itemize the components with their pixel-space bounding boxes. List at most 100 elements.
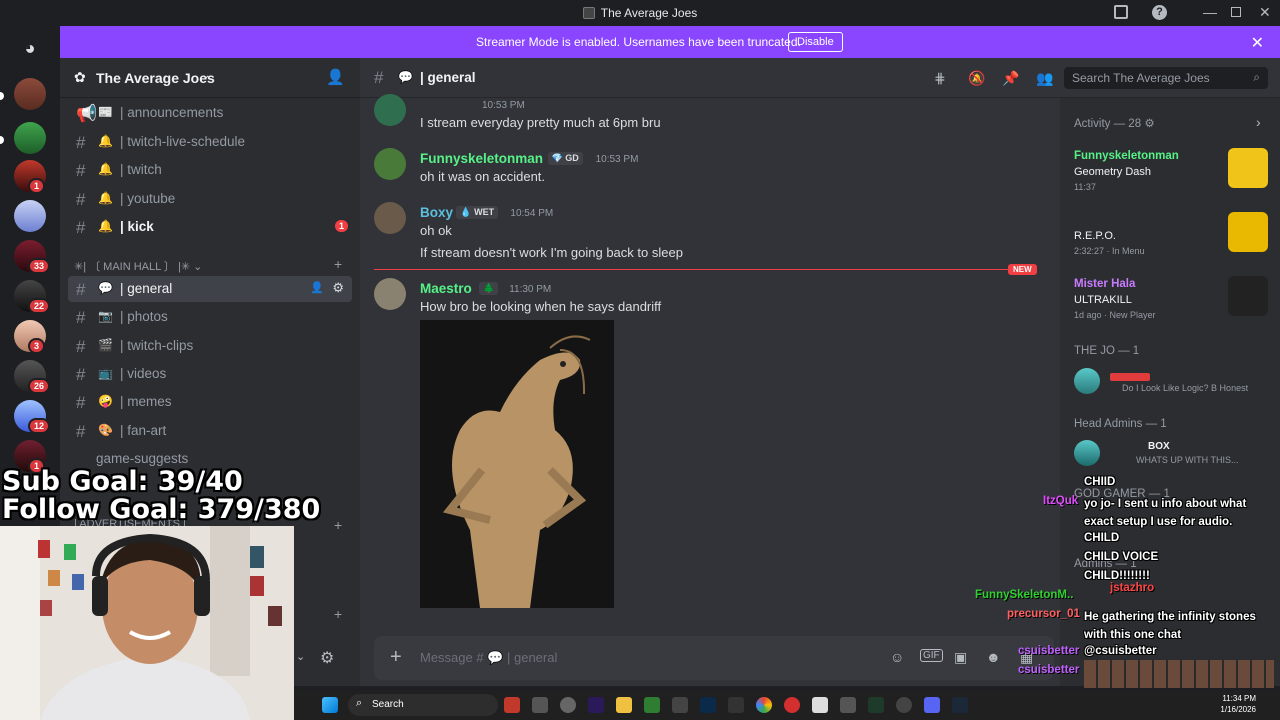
member-list-icon[interactable]: 👥 — [1036, 70, 1053, 87]
speech-bubble-icon: 💬 — [398, 70, 413, 84]
channel-item[interactable]: # 🔔 | youtube — [68, 186, 352, 212]
discord-taskbar-icon[interactable] — [924, 697, 940, 713]
chevron-down-icon[interactable]: ⌄ — [296, 650, 305, 663]
channel-item[interactable]: # 🔔 | twitch-live-schedule — [68, 129, 352, 155]
message-author[interactable]: Maestro — [420, 281, 472, 296]
role-tag[interactable]: 💎 GD — [547, 152, 583, 165]
hash-icon: # — [374, 68, 384, 87]
channel-label: | photos — [120, 309, 168, 325]
channel-label: | general — [120, 281, 173, 296]
user-settings-icon[interactable]: ⚙ — [320, 648, 334, 668]
discord-home-icon[interactable]: ◕ — [14, 34, 46, 62]
close-window-button[interactable]: ✕ — [1259, 4, 1271, 21]
channel-item[interactable]: # 🔔 | kick 1 — [68, 214, 352, 240]
channel-title: | general — [420, 70, 476, 85]
role-tag[interactable]: 💧 WET — [456, 206, 499, 219]
message-content: oh ok — [420, 223, 452, 238]
opera-icon[interactable] — [784, 697, 800, 713]
threads-icon[interactable]: ⋕ — [934, 70, 946, 87]
server-header[interactable]: ✿ The Average Joes ⌄ 👤 — [60, 58, 360, 98]
avatar[interactable] — [374, 94, 406, 126]
disable-streamer-mode-button[interactable]: Disable — [788, 32, 843, 52]
minimize-button[interactable]: — — [1203, 4, 1217, 20]
app-icon[interactable] — [672, 697, 688, 713]
avatar[interactable] — [374, 202, 406, 234]
maximize-button[interactable] — [1231, 7, 1241, 17]
windows-start-icon[interactable] — [322, 697, 338, 713]
create-channel-icon[interactable]: + — [334, 606, 342, 622]
channel-settings-icon[interactable]: ⚙ — [332, 280, 344, 296]
search-input[interactable]: Search The Average Joes ⌕ — [1064, 67, 1268, 89]
avatar[interactable] — [1074, 440, 1100, 466]
app-icon[interactable] — [532, 697, 548, 713]
member-name-redacted[interactable] — [1110, 373, 1150, 381]
message-author[interactable] — [420, 97, 476, 105]
image-attachment[interactable] — [420, 320, 614, 608]
channel-item[interactable]: # 💬 | general 👤 ⚙ — [68, 276, 352, 302]
role-tag[interactable]: 🌲 — [479, 282, 499, 295]
category-main-hall[interactable]: ✳| 〔 MAIN HALL 〕 |✳ ⌄ — [74, 258, 202, 274]
hash-icon: # — [76, 308, 86, 328]
create-channel-icon[interactable]: + — [334, 517, 342, 533]
channel-item[interactable]: # 📺 | videos — [68, 361, 352, 387]
taskbar-search[interactable]: ⌕ Search — [348, 694, 498, 716]
activity-game: ULTRAKILL — [1074, 294, 1132, 306]
inbox-icon[interactable] — [1114, 5, 1128, 19]
gift-icon[interactable]: ☺ — [890, 649, 904, 665]
message-input[interactable]: Message # 💬 | general — [420, 650, 557, 666]
server-badge-icon: ✿ — [74, 69, 86, 85]
pinned-messages-icon[interactable]: 📌 — [1002, 70, 1019, 87]
create-channel-icon[interactable]: + — [334, 256, 342, 272]
file-explorer-icon[interactable] — [616, 697, 632, 713]
server-icon[interactable] — [14, 78, 46, 110]
invite-icon[interactable]: 👤 — [310, 281, 324, 294]
channel-item[interactable]: # 🎬 | twitch-clips — [68, 333, 352, 359]
channel-item[interactable]: # 📷 | photos — [68, 304, 352, 330]
app-icon[interactable] — [644, 697, 660, 713]
chevron-right-icon[interactable]: › — [1256, 114, 1261, 130]
sticker-icon[interactable]: ▣ — [954, 649, 967, 666]
app-icon[interactable] — [896, 697, 912, 713]
system-clock[interactable]: 11:34 PM 1/16/2026 — [1220, 693, 1256, 715]
avatar[interactable] — [374, 148, 406, 180]
channel-label: | youtube — [120, 190, 176, 206]
activity-card[interactable]: R.E.P.O. 2:32:27 · In Menu — [1066, 206, 1274, 262]
server-icon[interactable] — [14, 200, 46, 232]
channel-item[interactable]: # 🤪 | memes — [68, 389, 352, 415]
hash-icon: # — [76, 280, 86, 299]
channel-item[interactable]: 📢 📰 | announcements — [68, 100, 352, 126]
avatar[interactable] — [1074, 368, 1100, 394]
message-author[interactable]: Funnyskeletonman — [420, 151, 543, 166]
server-icon[interactable] — [14, 122, 46, 154]
activity-card[interactable]: Funnyskeletonman Geometry Dash 11:37 — [1066, 142, 1274, 198]
chrome-icon[interactable] — [756, 697, 772, 713]
app-icon[interactable] — [728, 697, 744, 713]
app-icon[interactable] — [868, 697, 884, 713]
add-attachment-icon[interactable]: + — [390, 646, 402, 669]
app-icon[interactable] — [812, 697, 828, 713]
gif-icon[interactable]: GIF — [920, 649, 943, 662]
emoji-icon[interactable]: ☻ — [986, 649, 1001, 665]
app-icon[interactable] — [504, 697, 520, 713]
member-name[interactable]: BOX — [1148, 441, 1170, 452]
member-list: Activity — 28 ⚙ › Funnyskeletonman Geomet… — [1060, 98, 1280, 686]
channel-item[interactable]: # 🔔 | twitch — [68, 157, 352, 183]
help-icon[interactable]: ? — [1152, 5, 1167, 20]
activity-detail: 2:32:27 · In Menu — [1074, 246, 1145, 256]
message-composer[interactable]: + Message # 💬 | general ☺ GIF ▣ ☻ ▦ — [374, 636, 1054, 680]
channel-item[interactable]: # 🎨 | fan-art — [68, 418, 352, 444]
gear-icon: ⚙ — [1144, 118, 1155, 130]
premiere-icon[interactable] — [588, 697, 604, 713]
invite-people-icon[interactable]: 👤 — [326, 68, 345, 86]
photoshop-icon[interactable] — [700, 697, 716, 713]
app-icon[interactable] — [840, 697, 856, 713]
message-timestamp: 11:30 PM — [509, 284, 552, 295]
notification-settings-icon[interactable]: 🔕 — [968, 70, 985, 87]
close-icon[interactable]: ✕ — [1251, 33, 1264, 53]
webcam-feed — [0, 526, 294, 720]
steam-icon[interactable] — [952, 697, 968, 713]
avatar[interactable] — [374, 278, 406, 310]
app-icon[interactable] — [560, 697, 576, 713]
activity-card[interactable]: Mister Hala ULTRAKILL 1d ago · New Player — [1066, 270, 1274, 326]
message-author[interactable]: Boxy — [420, 205, 453, 220]
